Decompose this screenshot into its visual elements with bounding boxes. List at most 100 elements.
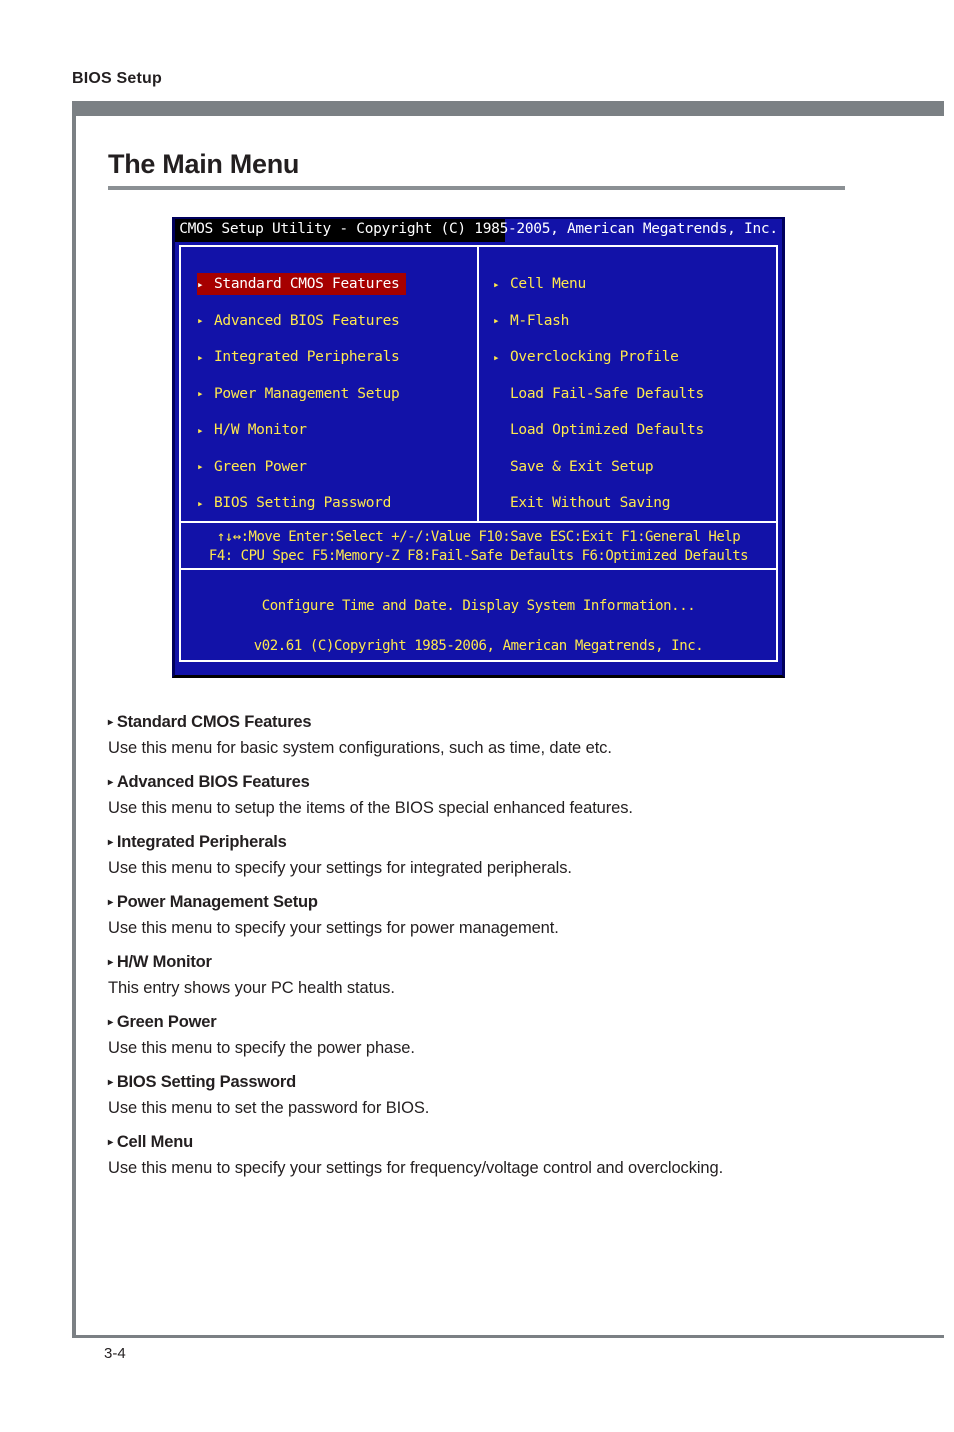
description-text: This entry shows your PC health status.: [108, 979, 395, 997]
menu-description-list: ▸ Standard CMOS Features Use this menu for…: [108, 713, 898, 1193]
bullet-triangle-icon: ▸: [108, 717, 113, 728]
header-divider-bar: [72, 101, 944, 116]
info-line-1: Configure Time and Date. Display System …: [261, 598, 696, 614]
bullet-triangle-icon: ▸: [108, 777, 113, 788]
description-title: BIOS Setting Password: [116, 1073, 296, 1091]
menu-bullet-spacer: ▸: [493, 425, 510, 436]
bios-menu-item-label: Exit Without Saving: [510, 495, 671, 511]
bios-menu-item-label: Load Optimized Defaults: [510, 422, 704, 438]
bios-menu-item-right-3[interactable]: ▸Load Fail-Safe Defaults: [493, 383, 704, 405]
bios-menu-item-right-0[interactable]: ▸ Cell Menu: [493, 273, 704, 295]
bios-menu-item-right-2[interactable]: ▸ Overclocking Profile: [493, 346, 704, 368]
description-block: ▸ BIOS Setting Password Use this menu to s…: [108, 1073, 898, 1118]
description-block: ▸ Advanced BIOS Features Use this menu to …: [108, 773, 898, 818]
description-title: Green Power: [116, 1013, 217, 1031]
bios-menu-item-left-4[interactable]: ▸ H/W Monitor: [197, 419, 406, 441]
description-block: ▸ Standard CMOS Features Use this menu for…: [108, 713, 898, 758]
menu-bullet-triangle-icon: ▸: [197, 496, 204, 510]
bios-menu-item-left-1[interactable]: ▸ Advanced BIOS Features: [197, 310, 406, 332]
bios-menu-item-label: Green Power: [214, 458, 307, 475]
description-text: Use this menu to set the password for BI…: [108, 1099, 430, 1117]
description-block: ▸ Integrated Peripherals Use this menu to …: [108, 833, 898, 878]
info-line-2: v02.61 (C)Copyright 1985-2006, American …: [253, 638, 704, 654]
menu-bullet-triangle-icon: ▸: [197, 387, 204, 400]
bios-menu-item-right-4[interactable]: ▸Load Optimized Defaults: [493, 419, 704, 441]
menu-bullet-triangle-icon: ▸: [493, 314, 500, 327]
menu-bullet-triangle-icon: ▸: [493, 350, 500, 364]
bullet-triangle-icon: ▸: [108, 1137, 113, 1148]
bios-menu-item-label: Overclocking Profile: [510, 349, 679, 365]
bullet-triangle-icon: ▸: [108, 837, 113, 848]
bullet-triangle-icon: ▸: [108, 957, 113, 968]
bullet-triangle-icon: ▸: [108, 1017, 113, 1028]
bios-menu-item-left-0[interactable]: ▸ Standard CMOS Features: [197, 273, 407, 295]
description-heading: ▸ BIOS Setting Password: [108, 1073, 898, 1092]
bios-menu-item-label: Save & Exit Setup: [510, 458, 654, 475]
description-block: ▸ Power Management Setup Use this menu to …: [108, 893, 898, 938]
description-text: Use this menu to specify your settings f…: [108, 1159, 724, 1177]
bios-menu-item-left-2[interactable]: ▸ Integrated Peripherals: [197, 346, 406, 368]
menu-bullet-spacer: ▸: [493, 461, 510, 472]
menu-bullet-triangle-icon: ▸: [197, 460, 204, 473]
bios-menu-item-left-3[interactable]: ▸ Power Management Setup: [197, 383, 406, 405]
bios-setup-screenshot: CMOS Setup Utility - Copyright (C) 1985-…: [172, 217, 785, 678]
description-heading: ▸ Integrated Peripherals: [108, 833, 898, 852]
bios-menu-item-label: BIOS Setting Password: [214, 495, 392, 511]
bios-menu-item-label: Advanced BIOS Features: [214, 312, 400, 329]
bios-menu-item-label: Power Management Setup: [214, 385, 400, 402]
description-heading: ▸ Green Power: [108, 1013, 898, 1032]
bios-menu-item-left-6[interactable]: ▸ BIOS Setting Password: [197, 492, 406, 514]
description-heading: ▸ Standard CMOS Features: [108, 713, 898, 732]
menu-bullet-triangle-icon: ▸: [197, 314, 204, 327]
description-heading: ▸ Advanced BIOS Features: [108, 773, 898, 792]
description-title: Integrated Peripherals: [116, 833, 287, 851]
bios-menu-right-column: ▸Cell Menu▸M-Flash▸Overclocking Profile▸…: [493, 273, 704, 529]
description-text: Use this menu to setup the items of the …: [108, 799, 633, 817]
bios-menu-item-label: M-Flash: [510, 312, 570, 329]
bios-menu-item-right-5[interactable]: ▸Save & Exit Setup: [493, 456, 704, 478]
bios-menu-item-right-1[interactable]: ▸ M-Flash: [493, 310, 704, 332]
bios-menu-item-label: H/W Monitor: [214, 422, 307, 438]
bios-help-bar: ↑↓↔:Move Enter:Select +/-/:Value F10:Sav…: [181, 523, 776, 570]
bios-menu-item-left-5[interactable]: ▸ Green Power: [197, 456, 406, 478]
menu-bullet-spacer: ▸: [493, 498, 510, 509]
page-title-underline: [108, 186, 845, 190]
bios-menu-item-label: Standard CMOS Features: [214, 276, 400, 292]
bios-menu-item-right-6[interactable]: ▸Exit Without Saving: [493, 492, 704, 514]
document-header: BIOS Setup: [72, 70, 163, 87]
description-title: Cell Menu: [116, 1133, 193, 1151]
description-text: Use this menu to specify your settings f…: [108, 859, 572, 877]
bios-menu-item-label: Integrated Peripherals: [214, 349, 400, 365]
menu-bullet-triangle-icon: ▸: [197, 350, 204, 364]
menu-bullet-triangle-icon: ▸: [197, 277, 204, 291]
page-number: 3-4: [104, 1345, 126, 1362]
description-title: H/W Monitor: [116, 953, 212, 971]
bullet-triangle-icon: ▸: [108, 897, 113, 908]
bios-info-area: Configure Time and Date. Display System …: [181, 570, 776, 666]
help-line-2: F4: CPU Spec F5:Memory-Z F8:Fail-Safe De…: [208, 548, 749, 564]
description-title: Standard CMOS Features: [116, 713, 312, 731]
bullet-triangle-icon: ▸: [108, 1077, 113, 1088]
description-block: ▸ Cell Menu Use this menu to specify your …: [108, 1133, 898, 1178]
bios-frame: ▸ Standard CMOS Features ▸ Advanced BIOS Fe…: [179, 245, 778, 662]
description-title: Advanced BIOS Features: [116, 773, 310, 791]
description-heading: ▸ H/W Monitor: [108, 953, 898, 972]
description-block: ▸ H/W Monitor This entry shows your PC hea…: [108, 953, 898, 998]
footer-divider-rule: [72, 1335, 944, 1338]
bios-titlebar-text: CMOS Setup Utility - Copyright (C) 1985-…: [179, 221, 778, 237]
bios-menu-left-column: ▸ Standard CMOS Features ▸ Advanced BIOS Fe…: [197, 273, 407, 529]
description-title: Power Management Setup: [116, 893, 318, 911]
menu-bullet-triangle-icon: ▸: [493, 277, 500, 291]
bios-titlebar: CMOS Setup Utility - Copyright (C) 1985-…: [175, 219, 782, 242]
description-heading: ▸ Power Management Setup: [108, 893, 898, 912]
bios-menu-area: ▸ Standard CMOS Features ▸ Advanced BIOS Fe…: [181, 247, 776, 523]
page-left-rule: [72, 101, 76, 1335]
description-text: Use this menu for basic system configura…: [108, 739, 612, 757]
description-heading: ▸ Cell Menu: [108, 1133, 898, 1152]
menu-column-divider: [477, 247, 479, 521]
bios-menu-item-label: Load Fail-Safe Defaults: [510, 385, 704, 402]
bios-menu-item-label: Cell Menu: [510, 276, 586, 292]
help-line-1: ↑↓↔:Move Enter:Select +/-/:Value F10:Sav…: [216, 529, 741, 545]
description-block: ▸ Green Power Use this menu to specify the…: [108, 1013, 898, 1058]
description-text: Use this menu to specify your settings f…: [108, 919, 559, 937]
